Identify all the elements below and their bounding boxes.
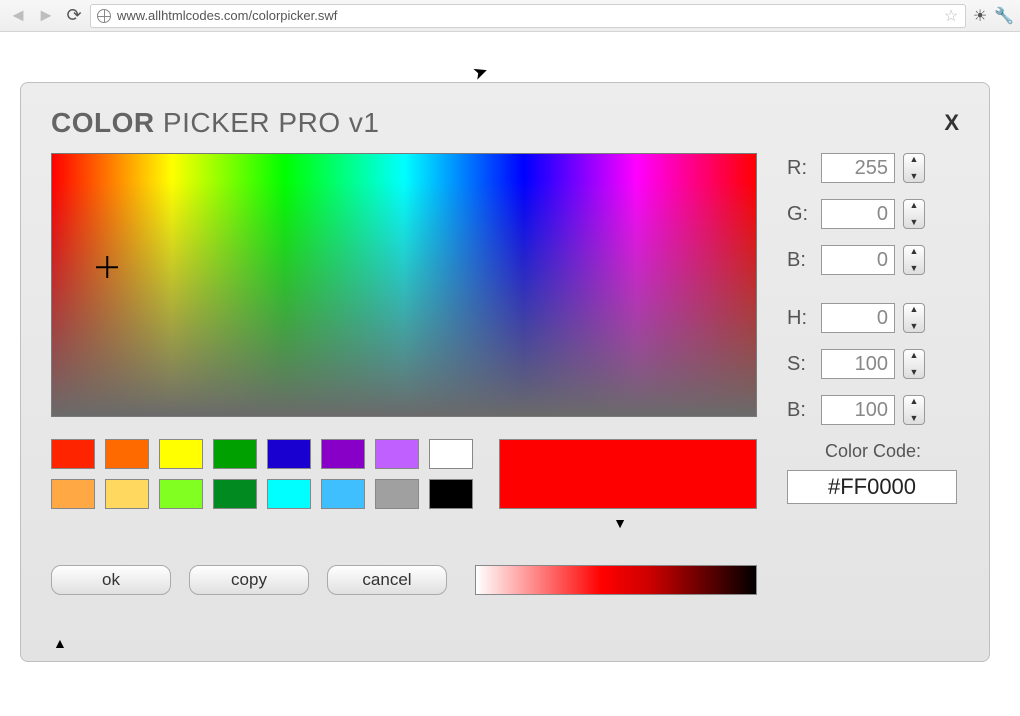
g-input[interactable]: [821, 199, 895, 229]
swatch[interactable]: [105, 479, 149, 509]
g-spinner[interactable]: ▲▼: [903, 199, 925, 229]
url-text: www.allhtmlcodes.com/colorpicker.swf: [117, 8, 337, 23]
back-button[interactable]: ◄: [6, 4, 30, 28]
r-spinner[interactable]: ▲▼: [903, 153, 925, 183]
color-spectrum[interactable]: [51, 153, 757, 417]
h-label: H:: [787, 307, 813, 330]
wrench-icon[interactable]: 🔧: [994, 6, 1014, 26]
swatch[interactable]: [321, 439, 365, 469]
swatch[interactable]: [429, 479, 473, 509]
bookmark-star-icon[interactable]: ☆: [943, 8, 959, 24]
copy-button[interactable]: copy: [189, 565, 309, 595]
swatch[interactable]: [159, 479, 203, 509]
color-code-input[interactable]: [787, 470, 957, 504]
address-bar[interactable]: www.allhtmlcodes.com/colorpicker.swf ☆: [90, 4, 966, 28]
reload-button[interactable]: ⟳: [62, 4, 86, 28]
globe-icon: [97, 9, 111, 23]
color-preview: [499, 439, 757, 509]
cancel-button[interactable]: cancel: [327, 565, 447, 595]
swatch[interactable]: [267, 439, 311, 469]
s-input[interactable]: [821, 349, 895, 379]
swatch[interactable]: [267, 479, 311, 509]
forward-button[interactable]: ►: [34, 4, 58, 28]
extension-icon[interactable]: ☀: [970, 6, 990, 26]
h-input[interactable]: [821, 303, 895, 333]
swatch[interactable]: [51, 439, 95, 469]
brightness-strip[interactable]: [475, 565, 757, 595]
swatch[interactable]: [51, 479, 95, 509]
swatch[interactable]: [159, 439, 203, 469]
close-button[interactable]: X: [944, 110, 959, 136]
b-label: B:: [787, 249, 813, 272]
swatch[interactable]: [213, 439, 257, 469]
s-label: S:: [787, 353, 813, 376]
swatch[interactable]: [105, 439, 149, 469]
swatch[interactable]: [375, 479, 419, 509]
hsb-b-input[interactable]: [821, 395, 895, 425]
color-picker-panel: COLOR PICKER PRO v1 X: [20, 82, 990, 662]
swatch[interactable]: [429, 439, 473, 469]
r-label: R:: [787, 157, 813, 180]
b-input[interactable]: [821, 245, 895, 275]
preview-dropdown-icon[interactable]: ▼: [483, 515, 757, 531]
color-code-label: Color Code:: [787, 441, 959, 462]
ok-button[interactable]: ok: [51, 565, 171, 595]
spectrum-crosshair-icon: [96, 256, 118, 278]
swatch[interactable]: [213, 479, 257, 509]
app-title: COLOR PICKER PRO v1: [51, 107, 379, 139]
b-spinner[interactable]: ▲▼: [903, 245, 925, 275]
hsb-b-label: B:: [787, 399, 813, 422]
hsb-b-spinner[interactable]: ▲▼: [903, 395, 925, 425]
browser-toolbar: ◄ ► ⟳ www.allhtmlcodes.com/colorpicker.s…: [0, 0, 1020, 32]
swatch-grid: ▼: [51, 439, 757, 549]
swatch[interactable]: [321, 479, 365, 509]
h-spinner[interactable]: ▲▼: [903, 303, 925, 333]
s-spinner[interactable]: ▲▼: [903, 349, 925, 379]
swatch[interactable]: [375, 439, 419, 469]
g-label: G:: [787, 203, 813, 226]
r-input[interactable]: [821, 153, 895, 183]
expand-toggle-icon[interactable]: ▲: [53, 635, 67, 651]
